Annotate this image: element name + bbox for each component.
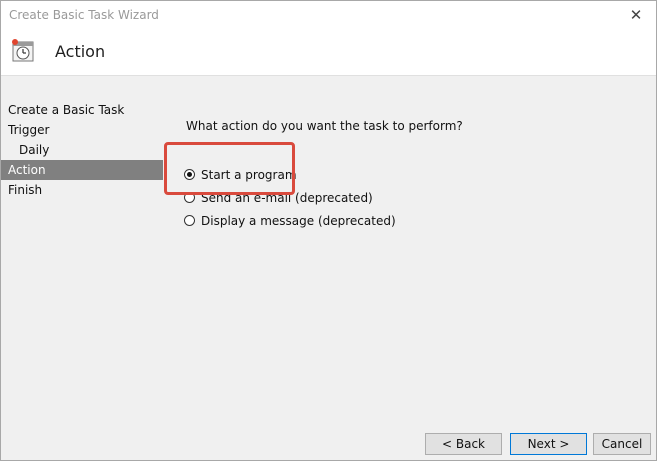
option-label: Display a message (deprecated): [201, 213, 396, 228]
next-button[interactable]: Next >: [510, 433, 587, 455]
sidebar-item-finish[interactable]: Finish: [1, 180, 163, 200]
wizard-window: Create Basic Task Wizard ✕ Action Create…: [0, 0, 657, 461]
title-bar: Create Basic Task Wizard ✕: [1, 1, 656, 31]
task-scheduler-icon: [12, 39, 34, 62]
annotation-highlight-box: [164, 142, 295, 195]
option-display-message[interactable]: Display a message (deprecated): [184, 209, 396, 232]
sidebar-item-daily[interactable]: Daily: [1, 140, 163, 160]
window-title: Create Basic Task Wizard: [9, 8, 159, 22]
sidebar-item-action[interactable]: Action: [1, 160, 163, 180]
radio-display-message[interactable]: [184, 215, 195, 226]
wizard-header: Action: [1, 31, 656, 76]
wizard-steps-nav: Create a Basic Task Trigger Daily Action…: [1, 100, 163, 200]
cancel-button[interactable]: Cancel: [593, 433, 651, 455]
sidebar-item-create-basic-task[interactable]: Create a Basic Task: [1, 100, 163, 120]
action-prompt: What action do you want the task to perf…: [186, 115, 463, 134]
close-icon[interactable]: ✕: [616, 1, 656, 29]
sidebar-item-trigger[interactable]: Trigger: [1, 120, 163, 140]
page-title: Action: [55, 42, 106, 61]
back-button[interactable]: < Back: [425, 433, 502, 455]
action-question: What action do you want the task to perf…: [186, 119, 463, 133]
